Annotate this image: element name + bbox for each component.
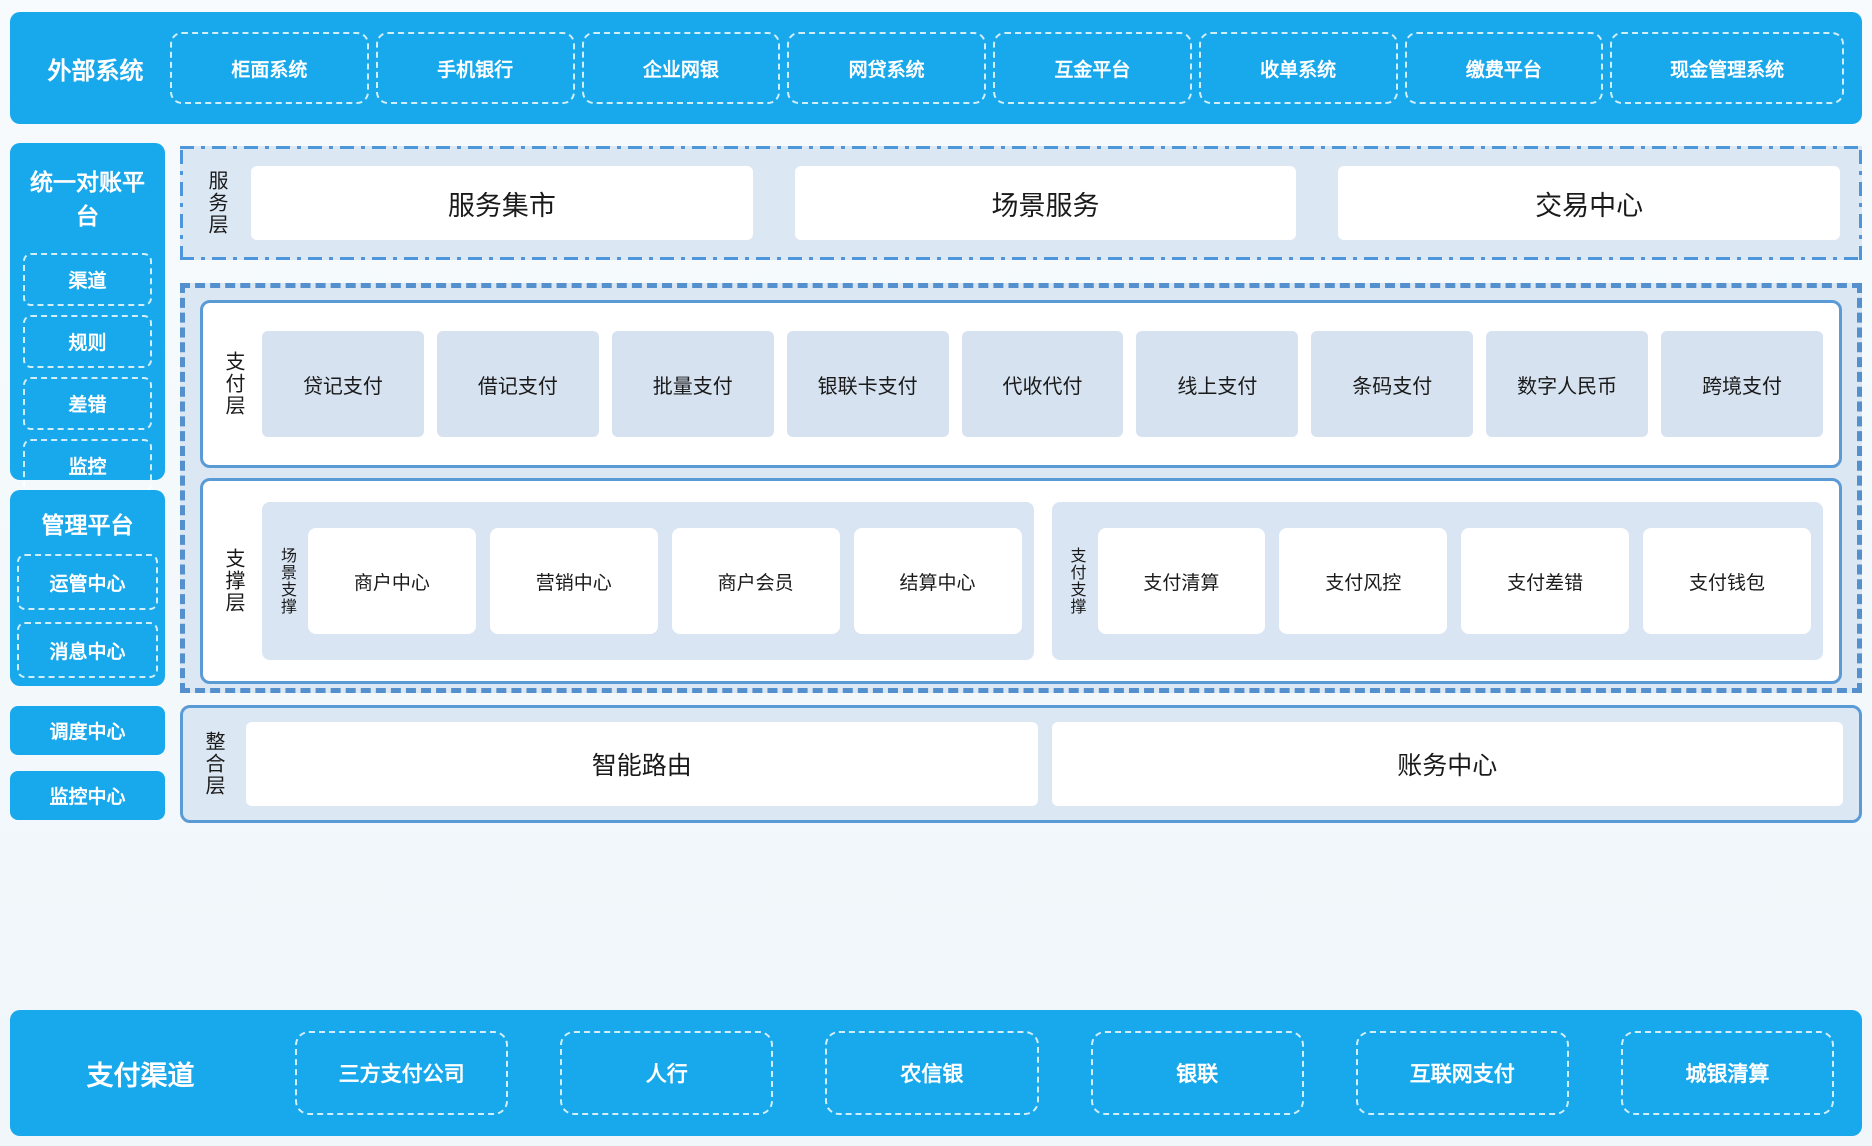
core-layers-container: 支付层 贷记支付 借记支付 批量支付 银联卡支付 代收代付 线上支付 条码支付 … bbox=[180, 283, 1862, 693]
support-item: 营销中心 bbox=[490, 528, 658, 634]
external-system-item: 网贷系统 bbox=[787, 32, 986, 104]
payment-channel-item: 互联网支付 bbox=[1356, 1031, 1569, 1115]
payment-channel-item: 城银清算 bbox=[1621, 1031, 1834, 1115]
service-layer-items: 服务集市 场景服务 交易中心 bbox=[251, 166, 1840, 240]
external-systems-label: 外部系统 bbox=[28, 51, 163, 86]
payment-channels-bar: 支付渠道 三方支付公司 人行 农信银 银联 互联网支付 城银清算 bbox=[10, 1010, 1862, 1136]
service-item: 服务集市 bbox=[251, 166, 753, 240]
support-group-scene-items: 商户中心 营销中心 商户会员 结算中心 bbox=[308, 528, 1022, 634]
external-system-item: 手机银行 bbox=[376, 32, 575, 104]
payment-item: 线上支付 bbox=[1136, 331, 1298, 437]
service-layer-section: 服务层 服务集市 场景服务 交易中心 bbox=[180, 146, 1862, 260]
payment-item: 批量支付 bbox=[612, 331, 774, 437]
support-layer-label: 支撑层 bbox=[219, 548, 248, 614]
integration-layer-items: 智能路由 账务中心 bbox=[246, 722, 1843, 806]
reconciliation-platform-card: 统一对账平台 渠道 规则 差错 监控 bbox=[10, 143, 165, 480]
external-system-item: 收单系统 bbox=[1199, 32, 1398, 104]
support-group-payment-label: 支付支撑 bbox=[1064, 547, 1088, 615]
external-system-item: 互金平台 bbox=[993, 32, 1192, 104]
external-system-item: 缴费平台 bbox=[1405, 32, 1604, 104]
payment-item: 代收代付 bbox=[962, 331, 1124, 437]
reconciliation-item: 差错 bbox=[23, 377, 152, 430]
external-system-item: 柜面系统 bbox=[170, 32, 369, 104]
reconciliation-platform-title: 统一对账平台 bbox=[23, 163, 152, 231]
payment-item: 银联卡支付 bbox=[787, 331, 949, 437]
support-layer-groups: 场景支撑 商户中心 营销中心 商户会员 结算中心 支付支撑 支付清算 支付风控 … bbox=[262, 502, 1823, 660]
management-item: 消息中心 bbox=[17, 622, 158, 678]
support-layer-section: 支撑层 场景支撑 商户中心 营销中心 商户会员 结算中心 支付支撑 支付清算 支… bbox=[200, 478, 1842, 684]
integration-item: 账务中心 bbox=[1052, 722, 1844, 806]
payment-channel-item: 银联 bbox=[1091, 1031, 1304, 1115]
support-item: 支付风控 bbox=[1279, 528, 1447, 634]
external-system-item: 现金管理系统 bbox=[1610, 32, 1844, 104]
payment-channel-item: 农信银 bbox=[825, 1031, 1038, 1115]
reconciliation-item: 规则 bbox=[23, 315, 152, 368]
support-item: 商户会员 bbox=[672, 528, 840, 634]
payment-channel-item: 三方支付公司 bbox=[295, 1031, 508, 1115]
payment-item: 条码支付 bbox=[1311, 331, 1473, 437]
service-item: 场景服务 bbox=[795, 166, 1297, 240]
payment-channels-label: 支付渠道 bbox=[38, 1054, 243, 1093]
dispatch-center-box: 调度中心 bbox=[10, 706, 165, 755]
integration-item: 智能路由 bbox=[246, 722, 1038, 806]
management-item: 运管中心 bbox=[17, 554, 158, 610]
integration-layer-section: 整合层 智能路由 账务中心 bbox=[180, 705, 1862, 823]
support-group-payment: 支付支撑 支付清算 支付风控 支付差错 支付钱包 bbox=[1052, 502, 1824, 660]
support-item: 支付差错 bbox=[1461, 528, 1629, 634]
support-item: 支付清算 bbox=[1098, 528, 1266, 634]
management-platform-title: 管理平台 bbox=[17, 506, 158, 540]
support-group-scene: 场景支撑 商户中心 营销中心 商户会员 结算中心 bbox=[262, 502, 1034, 660]
payment-channel-items: 三方支付公司 人行 农信银 银联 互联网支付 城银清算 bbox=[295, 1031, 1834, 1115]
service-layer-label: 服务层 bbox=[202, 170, 231, 236]
payment-item: 借记支付 bbox=[437, 331, 599, 437]
payment-layer-label: 支付层 bbox=[219, 351, 248, 417]
support-group-payment-items: 支付清算 支付风控 支付差错 支付钱包 bbox=[1098, 528, 1812, 634]
payment-layer-items: 贷记支付 借记支付 批量支付 银联卡支付 代收代付 线上支付 条码支付 数字人民… bbox=[262, 331, 1823, 437]
reconciliation-item: 监控 bbox=[23, 439, 152, 492]
support-item: 结算中心 bbox=[854, 528, 1022, 634]
reconciliation-item: 渠道 bbox=[23, 253, 152, 306]
integration-layer-label: 整合层 bbox=[199, 731, 228, 797]
support-item: 商户中心 bbox=[308, 528, 476, 634]
payment-item: 数字人民币 bbox=[1486, 331, 1648, 437]
management-platform-card: 管理平台 运管中心 消息中心 bbox=[10, 490, 165, 686]
payment-item: 贷记支付 bbox=[262, 331, 424, 437]
support-item: 支付钱包 bbox=[1643, 528, 1811, 634]
payment-layer-section: 支付层 贷记支付 借记支付 批量支付 银联卡支付 代收代付 线上支付 条码支付 … bbox=[200, 300, 1842, 468]
service-item: 交易中心 bbox=[1338, 166, 1840, 240]
external-system-item: 企业网银 bbox=[582, 32, 781, 104]
architecture-diagram: 外部系统 柜面系统 手机银行 企业网银 网贷系统 互金平台 收单系统 缴费平台 … bbox=[0, 0, 1872, 1146]
payment-channel-item: 人行 bbox=[560, 1031, 773, 1115]
support-group-scene-label: 场景支撑 bbox=[274, 547, 298, 615]
payment-item: 跨境支付 bbox=[1661, 331, 1823, 437]
monitoring-center-box: 监控中心 bbox=[10, 771, 165, 820]
external-systems-bar: 外部系统 柜面系统 手机银行 企业网银 网贷系统 互金平台 收单系统 缴费平台 … bbox=[10, 12, 1862, 124]
